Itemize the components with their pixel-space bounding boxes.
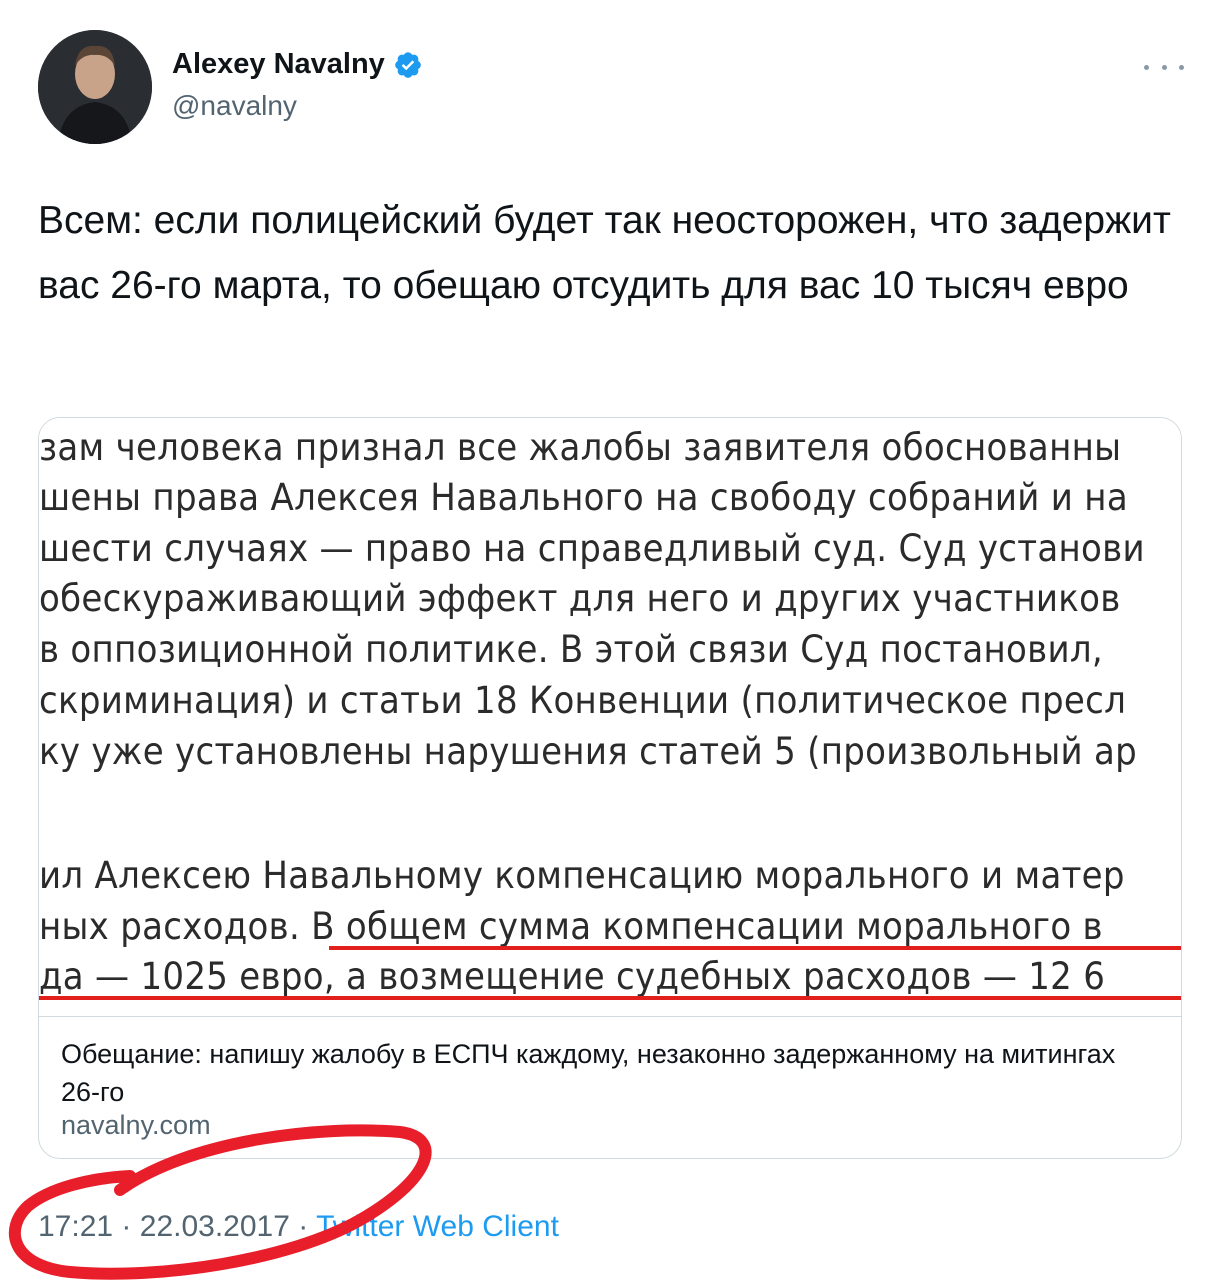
red-underline (39, 996, 1181, 1000)
meta-separator: · (121, 1210, 132, 1243)
card-domain[interactable]: navalny.com (61, 1110, 211, 1141)
more-options-icon[interactable] (1144, 52, 1184, 82)
author-name-row[interactable]: Alexey Navalny (172, 48, 423, 81)
card-image-text-line: шести случаях — право на справедливый су… (39, 527, 1145, 570)
author-handle[interactable]: @navalny (172, 90, 297, 122)
card-image-text-line: зам человека признал все жалобы заявител… (39, 426, 1122, 469)
tweet-source-link[interactable]: Twitter Web Client (316, 1210, 559, 1243)
tweet-date[interactable]: 22.03.2017 (140, 1210, 290, 1243)
card-image-text-line: обескураживающий эффект для него и други… (39, 577, 1121, 620)
card-image[interactable]: зам человека признал все жалобы заявител… (39, 418, 1181, 1017)
tweet-time[interactable]: 17:21 (38, 1210, 113, 1243)
avatar-photo (38, 30, 152, 144)
red-underline (329, 946, 1181, 950)
card-image-text-line: скриминация) и статьи 18 Конвенции (поли… (39, 679, 1127, 722)
card-title[interactable]: Обещание: напишу жалобу в ЕСПЧ каждому, … (61, 1035, 1151, 1111)
tweet-meta: 17:21 · 22.03.2017 · Twitter Web Client (38, 1210, 559, 1244)
card-image-text-line: да — 1025 евро, а возмещение судебных ра… (39, 955, 1106, 998)
display-name[interactable]: Alexey Navalny (172, 48, 385, 81)
card-image-text-line: шены права Алексея Навального на свободу… (39, 476, 1128, 519)
card-image-text-line: ил Алексею Навальному компенсацию мораль… (39, 854, 1125, 897)
verified-badge-icon (393, 50, 423, 80)
card-image-text-line: в оппозиционной политике. В этой связи С… (39, 628, 1103, 671)
tweet-text: Всем: если полицейский будет так неостор… (38, 199, 1171, 307)
meta-separator: · (298, 1210, 309, 1243)
avatar[interactable] (38, 30, 152, 144)
link-card[interactable]: зам человека признал все жалобы заявител… (38, 417, 1182, 1159)
card-image-text-line: ных расходов. В общем сумма компенсации … (39, 905, 1103, 948)
card-image-text-line: ку уже установлены нарушения статей 5 (п… (39, 730, 1138, 773)
